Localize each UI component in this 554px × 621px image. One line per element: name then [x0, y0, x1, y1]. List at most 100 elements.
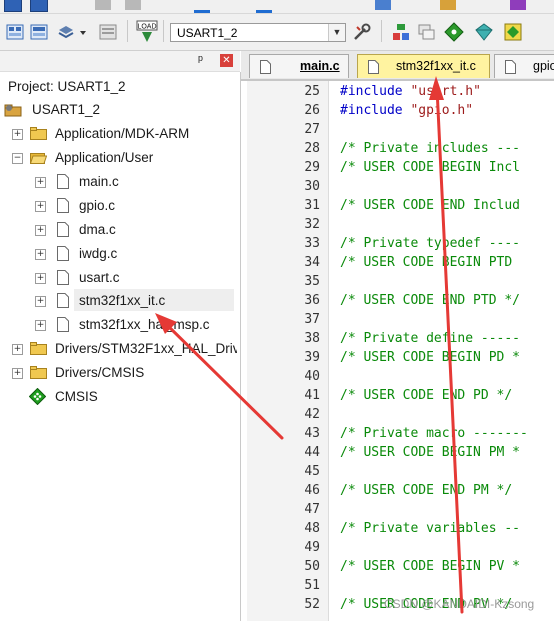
tree-file-hal-msp-c[interactable]: stm32f1xx_hal_msp.c [79, 317, 210, 332]
tab-label: stm32f1xx_it.c [396, 59, 476, 73]
line-number: 35 [304, 274, 320, 289]
code-line: #include "usart.h" [340, 84, 481, 99]
rebuild-icon[interactable] [56, 22, 76, 42]
toolbar-top [0, 0, 554, 14]
pointer-icon[interactable] [375, 0, 391, 10]
project-root[interactable]: USART1_2 [32, 102, 100, 117]
expand-icon[interactable]: + [35, 320, 46, 331]
redo-icon[interactable] [256, 0, 272, 13]
save-all-icon[interactable] [30, 0, 48, 12]
folder-icon [30, 127, 47, 140]
folder-icon [30, 366, 47, 379]
batch-build-icon[interactable] [98, 22, 118, 42]
watermark: CSDN @KANDAIDI-Kzsong [384, 597, 535, 611]
expand-icon[interactable]: + [35, 201, 46, 212]
target-select[interactable]: USART1_2 ▼ [170, 23, 346, 42]
build-toolbar: LOAD USART1_2 ▼ [0, 14, 554, 51]
line-number: 34 [304, 255, 320, 270]
software-packs-icon[interactable] [474, 22, 494, 42]
line-number: 45 [304, 464, 320, 479]
expand-icon[interactable]: + [35, 296, 46, 307]
c-file-icon [57, 293, 69, 308]
expand-icon[interactable]: + [35, 225, 46, 236]
tree-file-gpio-c[interactable]: gpio.c [79, 198, 115, 213]
project-root-icon [4, 104, 22, 117]
tab-main-c[interactable]: main.c [249, 54, 349, 78]
tree-file-dma-c[interactable]: dma.c [79, 222, 116, 237]
batch-build-dropdown-icon[interactable] [78, 22, 88, 42]
tree-file-usart-c[interactable]: usart.c [79, 270, 120, 285]
c-file-icon [57, 270, 69, 285]
copy-icon[interactable] [125, 0, 141, 10]
chevron-down-icon[interactable]: ▼ [328, 24, 345, 41]
line-number: 40 [304, 369, 320, 384]
cut-icon[interactable] [95, 0, 111, 10]
run-time-env-icon[interactable] [503, 22, 523, 42]
tree-group-mdk-arm[interactable]: Application/MDK-ARM [55, 126, 189, 141]
line-number: 43 [304, 426, 320, 441]
project-title: Project: USART1_2 [8, 79, 126, 94]
expand-icon[interactable]: + [12, 368, 23, 379]
target-options-icon[interactable] [352, 22, 372, 42]
pack-installer-icon[interactable] [444, 22, 464, 42]
line-number: 38 [304, 331, 320, 346]
tab-gpio-c[interactable]: gpio [494, 54, 554, 78]
c-file-icon [57, 198, 69, 213]
tree-group-drivers-cmsis[interactable]: Drivers/CMSIS [55, 365, 144, 380]
string-literal: "usart.h" [410, 84, 481, 99]
code-line: /* Private macro ------- [340, 426, 528, 441]
line-number: 42 [304, 407, 320, 422]
build-icon[interactable] [29, 22, 49, 42]
code-editor[interactable]: #include "usart.h" #include "gpio.h" /* Pr… [330, 81, 554, 621]
expand-icon[interactable]: + [35, 249, 46, 260]
preprocessor-directive: #include [340, 84, 411, 99]
collapse-icon[interactable]: − [12, 153, 23, 164]
line-number: 36 [304, 293, 320, 308]
tab-stm32f1xx-it-c[interactable]: stm32f1xx_it.c [357, 54, 490, 78]
panel-close-icon[interactable]: ✕ [220, 54, 233, 67]
line-number: 49 [304, 540, 320, 555]
line-number: 50 [304, 559, 320, 574]
svg-text:LOAD: LOAD [137, 24, 156, 31]
line-number: 46 [304, 483, 320, 498]
line-number: 52 [304, 597, 320, 612]
code-line: /* USER CODE END PTD */ [340, 293, 521, 308]
code-line: #include "gpio.h" [340, 103, 473, 118]
line-number: 33 [304, 236, 320, 251]
manage-project-icon[interactable] [391, 22, 411, 42]
line-number-gutter: 25 26 27 28 29 30 31 32 33 34 35 36 37 38 39 40 41 42 43 44… [247, 81, 329, 621]
find-icon[interactable] [440, 0, 456, 10]
debug-icon[interactable] [510, 0, 526, 10]
code-line: /* USER CODE BEGIN PV * [340, 559, 521, 574]
c-file-icon [57, 174, 69, 189]
save-icon[interactable] [4, 0, 22, 12]
code-line: /* USER CODE END PM */ [340, 483, 513, 498]
line-number: 30 [304, 179, 320, 194]
translate-icon[interactable] [5, 22, 25, 42]
tree-group-application-user[interactable]: Application/User [55, 150, 153, 165]
panel-pin-icon[interactable]: ᵖ [198, 52, 203, 67]
tree-group-hal-driver[interactable]: Drivers/STM32F1xx_HAL_Driver [55, 341, 237, 356]
tree-file-iwdg-c[interactable]: iwdg.c [79, 246, 117, 261]
line-number: 25 [304, 84, 320, 99]
tree-file-main-c[interactable]: main.c [79, 174, 119, 189]
tree-component-cmsis[interactable]: CMSIS [55, 389, 98, 404]
c-file-icon [57, 317, 69, 332]
c-file-icon [368, 60, 379, 74]
tab-label: main.c [300, 59, 340, 73]
tab-label: gpio [533, 59, 554, 73]
tree-file-stm32f1xx-it-c[interactable]: stm32f1xx_it.c [79, 293, 165, 308]
code-line: /* Private includes --- [340, 141, 521, 156]
undo-icon[interactable] [194, 0, 210, 13]
expand-icon[interactable]: + [35, 273, 46, 284]
expand-icon[interactable]: + [12, 344, 23, 355]
c-file-icon [505, 60, 516, 74]
download-icon[interactable]: LOAD [136, 20, 158, 44]
line-number: 32 [304, 217, 320, 232]
expand-icon[interactable]: + [12, 129, 23, 140]
target-select-value: USART1_2 [177, 26, 238, 40]
expand-icon[interactable]: + [35, 177, 46, 188]
file-extensions-icon[interactable] [416, 22, 436, 42]
line-number: 37 [304, 312, 320, 327]
code-line: /* USER CODE BEGIN PTD [340, 255, 513, 270]
